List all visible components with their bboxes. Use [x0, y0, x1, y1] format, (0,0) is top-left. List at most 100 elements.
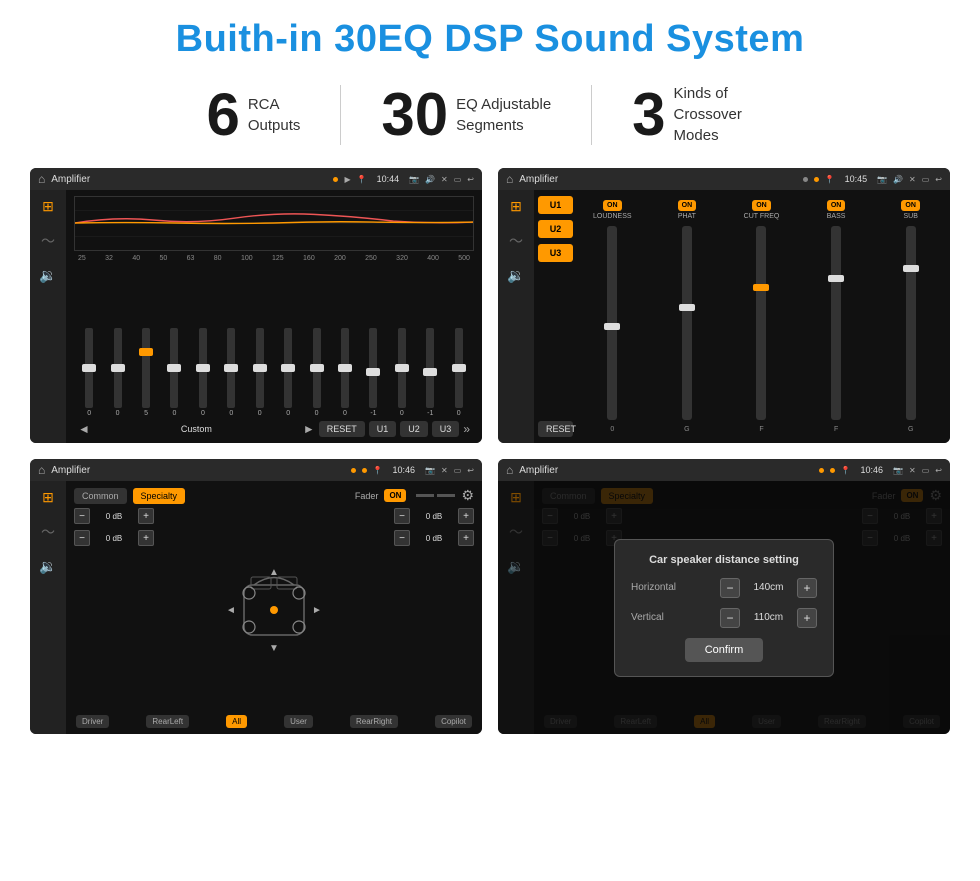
- eq-next-btn[interactable]: ►: [303, 422, 315, 436]
- cam-icon-4: 📷: [893, 466, 903, 475]
- loudness-toggle[interactable]: ON: [603, 200, 622, 211]
- confirm-button[interactable]: Confirm: [685, 638, 764, 662]
- stat-eq-text: EQ AdjustableSegments: [456, 94, 551, 136]
- eq-freq-labels: 25 32 40 50 63 80 100 125 160 200 250 32…: [74, 255, 474, 262]
- speaker-icon[interactable]: 🔉: [39, 267, 56, 284]
- phat-toggle[interactable]: ON: [678, 200, 697, 211]
- eq-slider-2[interactable]: 5: [135, 328, 157, 417]
- eq-slider-0[interactable]: 0: [78, 328, 100, 417]
- stat-eq: 30 EQ AdjustableSegments: [341, 85, 591, 145]
- rearright-btn[interactable]: RearRight: [350, 715, 398, 728]
- distance-dialog: Car speaker distance setting Horizontal …: [614, 539, 834, 677]
- sq-icon-1: ▭: [454, 175, 462, 184]
- eq-slider-3[interactable]: 0: [163, 328, 185, 417]
- distance-content: ⊞ 〜 🔉 Common Specialty Fader ON ⚙: [498, 481, 950, 734]
- vol-icon-1: 🔊: [425, 175, 435, 184]
- home-icon-4[interactable]: ⌂: [506, 463, 513, 477]
- x-icon-2[interactable]: ✕: [909, 175, 916, 184]
- dialog-title: Car speaker distance setting: [631, 554, 817, 566]
- svg-text:►: ►: [312, 605, 322, 616]
- eq-slider-13[interactable]: 0: [447, 328, 469, 417]
- home-icon-3[interactable]: ⌂: [38, 463, 45, 477]
- preset-u1-btn[interactable]: U1: [538, 196, 573, 214]
- db-plus-fr[interactable]: +: [458, 508, 474, 524]
- db-minus-rr[interactable]: −: [394, 530, 410, 546]
- home-icon-2[interactable]: ⌂: [506, 172, 513, 186]
- fader-sidebar: ⊞ 〜 🔉: [30, 481, 66, 734]
- db-minus-rl[interactable]: −: [74, 530, 90, 546]
- common-tab[interactable]: Common: [74, 488, 127, 504]
- stat-crossover-text: Kinds ofCrossover Modes: [674, 83, 774, 146]
- status-dot-4b: [830, 468, 835, 473]
- eq-slider-11[interactable]: 0: [391, 328, 413, 417]
- eq-icon-2[interactable]: ⊞: [510, 198, 522, 215]
- x-icon-4[interactable]: ✕: [909, 466, 916, 475]
- bass-toggle[interactable]: ON: [827, 200, 846, 211]
- db-plus-rl[interactable]: +: [138, 530, 154, 546]
- settings-icon[interactable]: ⚙: [461, 487, 474, 504]
- db-value-fr: 0 dB: [414, 512, 454, 521]
- back-icon-4[interactable]: ↩: [935, 466, 942, 475]
- rearleft-btn[interactable]: RearLeft: [146, 715, 189, 728]
- db-control-rr: − 0 dB +: [394, 530, 474, 546]
- eq-u2-btn[interactable]: U2: [400, 421, 428, 437]
- db-plus-rr[interactable]: +: [458, 530, 474, 546]
- x-icon-3[interactable]: ✕: [441, 466, 448, 475]
- eq-u3-btn[interactable]: U3: [432, 421, 460, 437]
- user-btn[interactable]: User: [284, 715, 313, 728]
- eq-slider-8[interactable]: 0: [305, 328, 327, 417]
- all-btn[interactable]: All: [226, 715, 247, 728]
- screens-grid: ⌂ Amplifier ▶ 📍 10:44 📷 🔊 ✕ ▭ ↩ ⊞ 〜 🔉: [30, 168, 950, 734]
- horizontal-minus[interactable]: −: [720, 578, 740, 598]
- vertical-minus[interactable]: −: [720, 608, 740, 628]
- dialog-vertical-row: Vertical − 110cm +: [631, 608, 817, 628]
- svg-text:▼: ▼: [269, 643, 279, 654]
- back-icon-3[interactable]: ↩: [467, 466, 474, 475]
- eq-slider-9[interactable]: 0: [334, 328, 356, 417]
- db-minus-fr[interactable]: −: [394, 508, 410, 524]
- status-time-4: 10:46: [861, 465, 884, 475]
- vertical-plus[interactable]: +: [797, 608, 817, 628]
- eq-icon[interactable]: ⊞: [42, 198, 54, 215]
- fader-toggle[interactable]: ON: [384, 489, 406, 502]
- preset-u3-btn[interactable]: U3: [538, 244, 573, 262]
- preset-u2-btn[interactable]: U2: [538, 220, 573, 238]
- sub-toggle[interactable]: ON: [901, 200, 920, 211]
- wave-icon[interactable]: 〜: [41, 231, 55, 251]
- cutfreq-toggle[interactable]: ON: [752, 200, 771, 211]
- speaker-icon-2[interactable]: 🔉: [507, 267, 524, 284]
- eq-reset-btn[interactable]: RESET: [319, 421, 365, 437]
- fader-content: ⊞ 〜 🔉 Common Specialty Fader ON ⚙: [30, 481, 482, 734]
- status-bar-3: ⌂ Amplifier 📍 10:46 📷 ✕ ▭ ↩: [30, 459, 482, 481]
- vertical-label: Vertical: [631, 612, 664, 623]
- eq-slider-12[interactable]: -1: [419, 328, 441, 417]
- eq-slider-10[interactable]: -1: [362, 328, 384, 417]
- back-icon-2[interactable]: ↩: [935, 175, 942, 184]
- driver-btn[interactable]: Driver: [76, 715, 109, 728]
- db-minus-fl[interactable]: −: [74, 508, 90, 524]
- eq-slider-5[interactable]: 0: [220, 328, 242, 417]
- eq-slider-4[interactable]: 0: [192, 328, 214, 417]
- copilot-btn[interactable]: Copilot: [435, 715, 472, 728]
- stat-rca-number: 6: [206, 85, 239, 145]
- eq-slider-7[interactable]: 0: [277, 328, 299, 417]
- eq-icon-3[interactable]: ⊞: [42, 489, 54, 506]
- fader-screen: ⌂ Amplifier 📍 10:46 📷 ✕ ▭ ↩ ⊞ 〜 🔉: [30, 459, 482, 734]
- wave-icon-2[interactable]: 〜: [509, 231, 523, 251]
- eq-main: 25 32 40 50 63 80 100 125 160 200 250 32…: [66, 190, 482, 443]
- horizontal-plus[interactable]: +: [797, 578, 817, 598]
- x-icon-1[interactable]: ✕: [441, 175, 448, 184]
- home-icon-1[interactable]: ⌂: [38, 172, 45, 186]
- specialty-tab[interactable]: Specialty: [133, 488, 186, 504]
- speaker-icon-3[interactable]: 🔉: [39, 558, 56, 575]
- crossover-reset-btn[interactable]: RESET: [538, 421, 573, 437]
- distance-screen: ⌂ Amplifier 📍 10:46 📷 ✕ ▭ ↩ ⊞ 〜 🔉: [498, 459, 950, 734]
- eq-u1-btn[interactable]: U1: [369, 421, 397, 437]
- back-icon-1[interactable]: ↩: [467, 175, 474, 184]
- wave-icon-3[interactable]: 〜: [41, 522, 55, 542]
- eq-slider-1[interactable]: 0: [106, 328, 128, 417]
- eq-slider-6[interactable]: 0: [249, 328, 271, 417]
- eq-prev-btn[interactable]: ◄: [78, 422, 90, 436]
- vertical-value: 110cm: [746, 612, 791, 623]
- db-plus-fl[interactable]: +: [138, 508, 154, 524]
